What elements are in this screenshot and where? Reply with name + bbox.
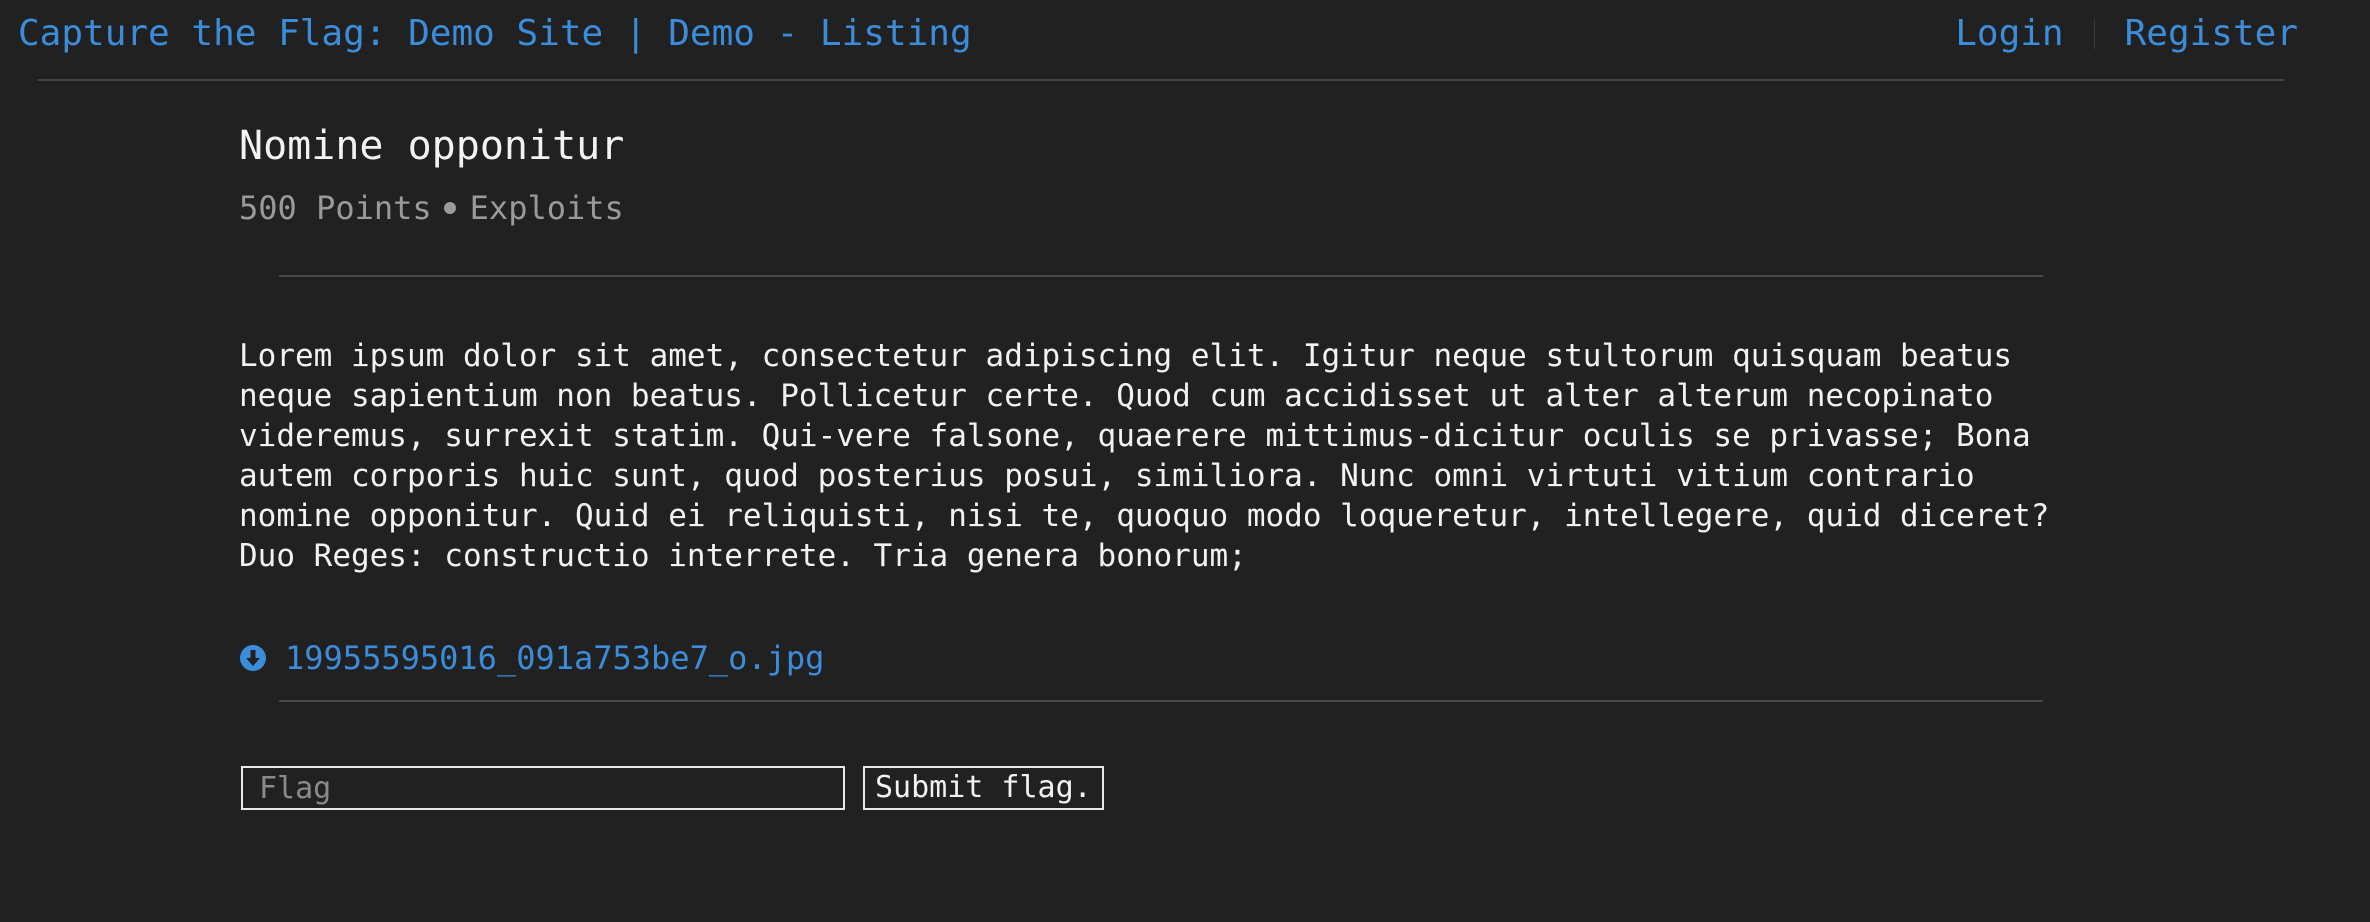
flag-form: Submit flag. [241, 766, 1104, 810]
download-icon [240, 645, 266, 671]
submit-flag-button[interactable]: Submit flag. [863, 766, 1104, 810]
challenge-description: Lorem ipsum dolor sit amet, consectetur … [239, 338, 2050, 574]
title-divider [279, 275, 2043, 277]
login-link[interactable]: Login [1955, 10, 2063, 58]
attachment-divider [279, 700, 2043, 702]
flag-input[interactable] [241, 766, 845, 810]
top-nav: Capture the Flag: Demo Site | Demo - Lis… [0, 0, 2370, 68]
register-link[interactable]: Register [2125, 10, 2298, 58]
header-divider [38, 79, 2284, 81]
auth-links: Login Register [1955, 10, 2298, 58]
challenge-meta: 500 Points Exploits [239, 186, 2099, 230]
challenge-title: Nomine opponitur [239, 123, 625, 169]
site-title-link[interactable]: Capture the Flag: Demo Site | Demo - Lis… [18, 10, 972, 58]
nav-divider [2093, 19, 2095, 49]
bullet-icon [443, 202, 456, 214]
attachment-link[interactable]: 19955595016_091a753be7_o.jpg [239, 638, 824, 678]
challenge-panel: Nomine opponitur 500 Points Exploits Lore… [239, 118, 2099, 810]
attachment-filename: 19955595016_091a753be7_o.jpg [285, 639, 825, 677]
challenge-points: 500 Points [239, 189, 432, 227]
challenge-category: Exploits [469, 189, 624, 227]
